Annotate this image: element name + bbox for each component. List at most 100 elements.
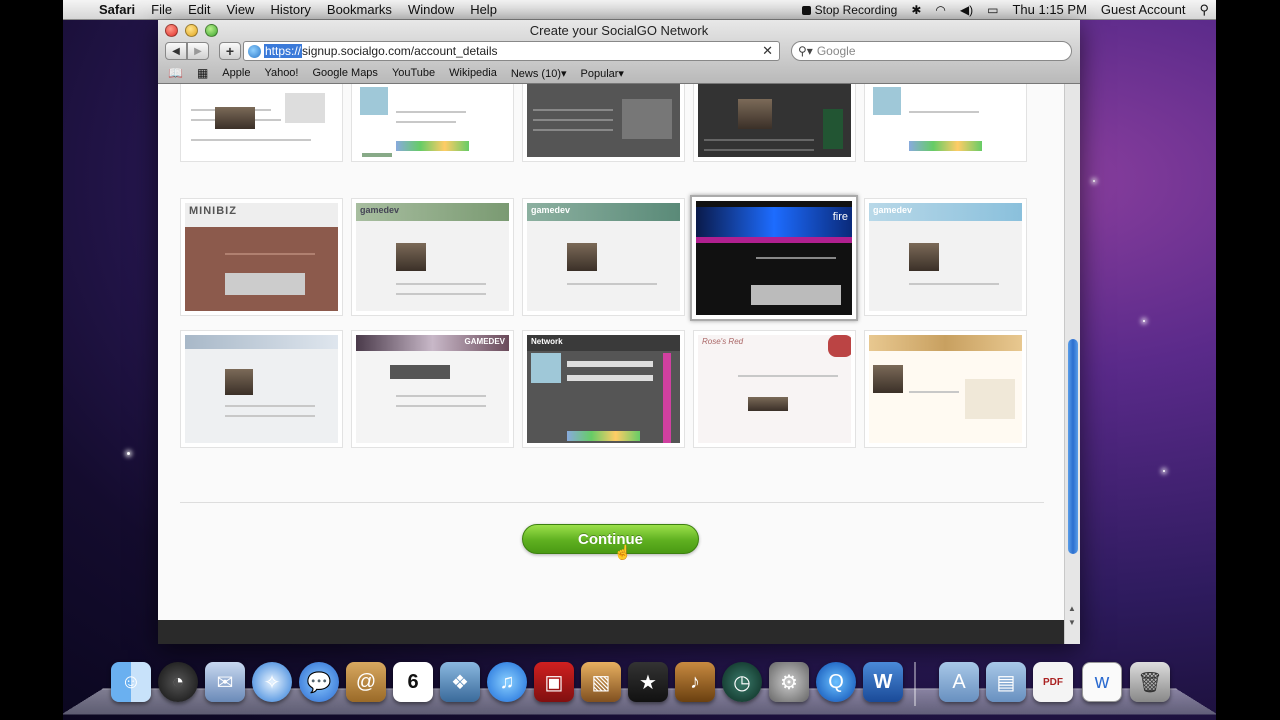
preview-icon[interactable]: ▧: [581, 662, 621, 702]
content-divider: [180, 502, 1044, 503]
forward-arrow-icon: ▶: [194, 45, 202, 57]
ichat-icon[interactable]: 💬: [299, 662, 339, 702]
theme-thumbnail[interactable]: [864, 330, 1027, 448]
theme-thumbnail[interactable]: [693, 84, 856, 162]
address-book-icon[interactable]: @: [346, 662, 386, 702]
dock-separator: [914, 662, 916, 706]
garageband-icon[interactable]: ♪: [675, 662, 715, 702]
dashboard-icon[interactable]: ◔: [158, 662, 198, 702]
theme-label: Network: [531, 337, 563, 346]
scrollbar-thumb[interactable]: [1068, 339, 1078, 554]
plus-icon: +: [225, 43, 235, 59]
bookmark-wikipedia[interactable]: Wikipedia: [442, 67, 504, 79]
finder-icon[interactable]: ☺: [111, 662, 151, 702]
document-icon[interactable]: w: [1082, 662, 1122, 702]
page-content: MINIBIZ gamedev gamedev fire gamedev GAM…: [158, 84, 1064, 644]
ical-icon[interactable]: 6: [393, 662, 433, 702]
title-bar: Create your SocialGO Network ◀ ▶ + https…: [158, 20, 1080, 84]
star: [1093, 180, 1095, 182]
theme-thumbnail-minibiz[interactable]: MINIBIZ: [180, 198, 343, 316]
system-preferences-icon[interactable]: ⚙: [769, 662, 809, 702]
iphoto-icon[interactable]: ❖: [440, 662, 480, 702]
theme-label: fire: [832, 211, 848, 223]
theme-thumbnail-gamedev[interactable]: gamedev: [864, 198, 1027, 316]
search-placeholder: Google: [816, 44, 856, 58]
page-footer: [158, 620, 1064, 644]
theme-thumbnail-network[interactable]: Network: [522, 330, 685, 448]
bookmark-apple[interactable]: Apple: [215, 67, 257, 79]
theme-label: GAMEDEV: [464, 337, 505, 346]
window-title: Create your SocialGO Network: [529, 23, 709, 38]
bookmark-popular[interactable]: Popular▾: [574, 67, 631, 80]
menu-history[interactable]: History: [262, 2, 318, 17]
back-arrow-icon: ◀: [172, 45, 180, 57]
applications-folder-icon[interactable]: A: [939, 662, 979, 702]
url-protocol: https://: [264, 44, 303, 58]
search-field[interactable]: ⚲▾ Google: [791, 41, 1072, 61]
forward-button[interactable]: ▶: [187, 42, 209, 60]
menu-help[interactable]: Help: [462, 2, 505, 17]
user-account[interactable]: Guest Account: [1094, 2, 1193, 17]
back-button[interactable]: ◀: [165, 42, 187, 60]
menu-app-safari[interactable]: Safari: [91, 2, 143, 17]
menu-bar: Safari File Edit View History Bookmarks …: [63, 0, 1216, 20]
theme-thumbnail-gamedev[interactable]: gamedev: [522, 198, 685, 316]
mail-icon[interactable]: ✉: [205, 662, 245, 702]
menu-file[interactable]: File: [143, 2, 180, 17]
trash-icon[interactable]: 🗑: [1130, 662, 1170, 702]
wifi-icon[interactable]: ◠: [928, 3, 952, 17]
bookmarks-book-icon[interactable]: 📖: [158, 66, 190, 80]
itunes-icon[interactable]: ♫: [487, 662, 527, 702]
dock: ☺ ◔ ✉ ✧ 💬 @ 6 ❖ ♫ ▣ ▧ ★ ♪ ◷ ⚙ Q W A ▤ PD…: [63, 660, 1216, 710]
stop-icon: [801, 5, 811, 15]
bookmark-youtube[interactable]: YouTube: [385, 67, 442, 79]
address-bar[interactable]: https:// signup.socialgo.com/account_det…: [243, 41, 780, 61]
battery-icon[interactable]: ▭: [980, 3, 1005, 17]
theme-thumbnail-fire-selected[interactable]: fire: [690, 195, 858, 321]
pdf-icon[interactable]: PDF: [1033, 662, 1073, 702]
stop-recording-button[interactable]: Stop Recording: [795, 3, 905, 17]
quicktime-icon[interactable]: Q: [816, 662, 856, 702]
bookmark-yahoo[interactable]: Yahoo!: [257, 67, 305, 79]
site-globe-icon: [248, 44, 261, 58]
volume-icon[interactable]: ◀): [953, 3, 980, 17]
desktop: Safari File Edit View History Bookmarks …: [63, 0, 1216, 720]
theme-label: gamedev: [873, 205, 913, 215]
clock[interactable]: Thu 1:15 PM: [1005, 2, 1093, 17]
star: [1163, 470, 1165, 472]
vertical-scrollbar[interactable]: ▲ ▼: [1064, 84, 1080, 644]
spotlight-icon[interactable]: ⚲: [1192, 2, 1216, 18]
imovie-icon[interactable]: ★: [628, 662, 668, 702]
theme-thumbnail-gamedev-dark[interactable]: GAMEDEV: [351, 330, 514, 448]
bluetooth-icon[interactable]: ✱: [904, 3, 928, 17]
safari-icon[interactable]: ✧: [252, 662, 292, 702]
scroll-down-icon[interactable]: ▼: [1068, 618, 1076, 627]
time-machine-icon[interactable]: ◷: [722, 662, 762, 702]
hand-cursor-icon: ☝: [614, 544, 632, 560]
documents-folder-icon[interactable]: ▤: [986, 662, 1026, 702]
menu-view[interactable]: View: [219, 2, 263, 17]
menu-window[interactable]: Window: [400, 2, 462, 17]
menu-edit[interactable]: Edit: [180, 2, 218, 17]
word-icon[interactable]: W: [863, 662, 903, 702]
theme-thumbnail[interactable]: [522, 84, 685, 162]
top-sites-grid-icon[interactable]: ▦: [190, 66, 215, 80]
theme-label: gamedev: [360, 205, 400, 215]
bookmark-news[interactable]: News (10)▾: [504, 67, 574, 80]
theme-thumbnail-roses-red[interactable]: Rose's Red: [693, 330, 856, 448]
theme-thumbnail[interactable]: [864, 84, 1027, 162]
stop-loading-icon[interactable]: ✕: [762, 43, 773, 59]
scroll-up-icon[interactable]: ▲: [1068, 604, 1076, 613]
theme-thumbnail-gamedev[interactable]: gamedev: [351, 198, 514, 316]
menu-bookmarks[interactable]: Bookmarks: [319, 2, 400, 17]
add-bookmark-button[interactable]: +: [219, 42, 241, 60]
theme-label: Rose's Red: [702, 337, 744, 346]
theme-thumbnail[interactable]: [180, 330, 343, 448]
theme-thumbnail[interactable]: [351, 84, 514, 162]
theme-thumbnail[interactable]: [180, 84, 343, 162]
ical-date: 6: [407, 670, 419, 693]
bookmark-google-maps[interactable]: Google Maps: [306, 67, 385, 79]
photo-booth-icon[interactable]: ▣: [534, 662, 574, 702]
continue-button[interactable]: Continue: [522, 524, 699, 554]
star: [127, 452, 130, 455]
